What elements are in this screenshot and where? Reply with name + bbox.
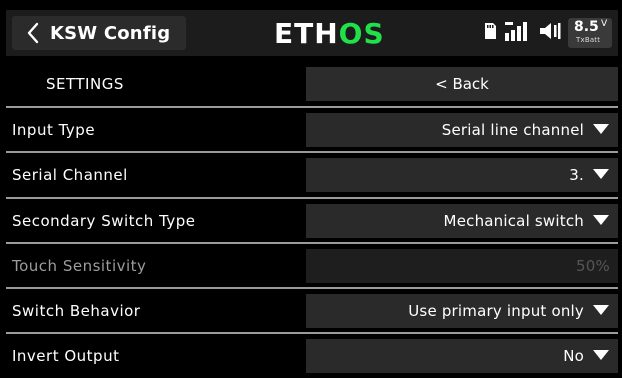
back-button-label: < Back	[435, 75, 489, 93]
serial-channel-value: 3.	[569, 166, 584, 184]
switch-behavior-dropdown[interactable]: Use primary input only	[306, 294, 618, 328]
dropdown-arrow-icon	[592, 121, 610, 139]
secondary-switch-type-row: Secondary Switch Type Mechanical switch	[0, 199, 622, 243]
input-type-row: Input Type Serial line channel	[0, 108, 622, 152]
touch-sensitivity-value: 50%	[576, 257, 610, 275]
settings-row: SETTINGS < Back	[0, 62, 622, 106]
invert-output-dropdown[interactable]: No	[306, 339, 618, 373]
dropdown-arrow-icon	[592, 302, 610, 320]
dropdown-arrow-icon	[592, 166, 610, 184]
switch-behavior-value: Use primary input only	[408, 302, 584, 320]
brand-left: ETH	[274, 16, 339, 50]
page-title: KSW Config	[50, 22, 171, 44]
touch-sensitivity-label: Touch Sensitivity	[12, 257, 147, 275]
ksw-config-screen: KSW Config ETH OS 8.5 V TxBatt SETTINGS …	[0, 0, 622, 378]
invert-output-value: No	[563, 347, 584, 365]
battery-label: TxBatt	[576, 36, 601, 44]
brand-right: OS	[338, 16, 385, 50]
signal-bars-icon	[504, 20, 532, 46]
dropdown-arrow-icon	[592, 347, 610, 365]
battery-unit: V	[601, 19, 608, 29]
secondary-switch-type-label: Secondary Switch Type	[12, 212, 196, 230]
switch-behavior-label: Switch Behavior	[12, 302, 141, 320]
chevron-left-icon	[22, 16, 44, 50]
serial-channel-dropdown[interactable]: 3.	[306, 158, 618, 192]
switch-behavior-row: Switch Behavior Use primary input only	[0, 289, 622, 333]
input-type-value: Serial line channel	[441, 121, 584, 139]
settings-section-label: SETTINGS	[46, 75, 124, 93]
sd-card-icon	[482, 22, 498, 44]
speaker-icon	[538, 20, 562, 46]
touch-sensitivity-row: Touch Sensitivity 50%	[0, 244, 622, 288]
serial-channel-row: Serial Channel 3.	[0, 153, 622, 197]
invert-output-label: Invert Output	[12, 347, 120, 365]
touch-sensitivity-field: 50%	[306, 249, 618, 283]
battery-value: 8.5	[574, 19, 599, 35]
input-type-dropdown[interactable]: Serial line channel	[306, 113, 618, 147]
top-bar: KSW Config ETH OS 8.5 V TxBatt	[6, 10, 618, 56]
serial-channel-label: Serial Channel	[12, 166, 128, 184]
ethos-logo: ETH OS	[274, 16, 385, 50]
dropdown-arrow-icon	[592, 212, 610, 230]
secondary-switch-type-dropdown[interactable]: Mechanical switch	[306, 204, 618, 238]
input-type-label: Input Type	[12, 121, 96, 139]
page-back-button[interactable]: KSW Config	[12, 16, 186, 50]
invert-output-row: Invert Output No	[0, 334, 622, 378]
status-area: 8.5 V TxBatt	[482, 16, 612, 50]
battery-indicator: 8.5 V TxBatt	[568, 18, 612, 48]
back-button[interactable]: < Back	[306, 67, 618, 101]
secondary-switch-type-value: Mechanical switch	[443, 212, 584, 230]
